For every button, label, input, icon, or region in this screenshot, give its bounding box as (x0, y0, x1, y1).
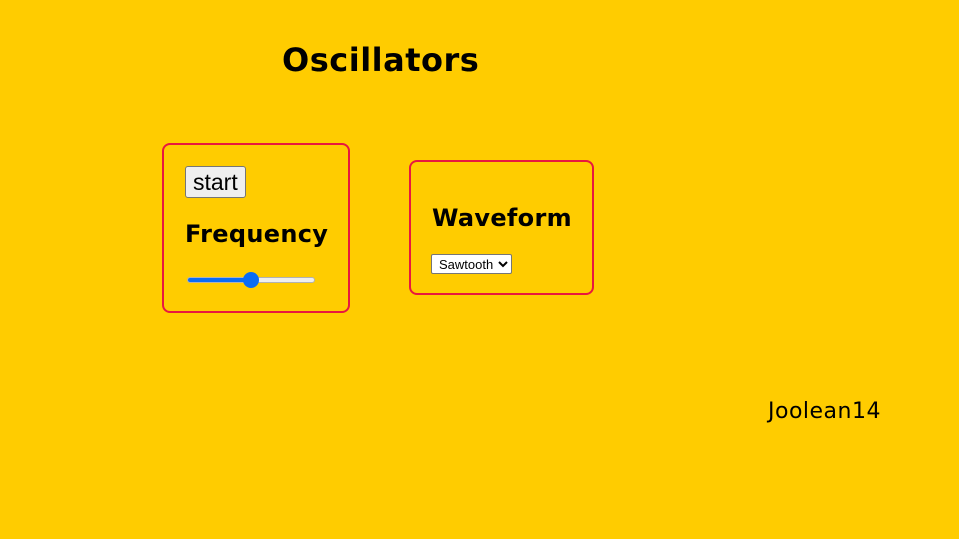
frequency-heading: Frequency (185, 220, 329, 248)
slider-fill (188, 278, 251, 282)
author-credit: Joolean14 (768, 399, 881, 424)
frequency-slider[interactable] (187, 270, 315, 290)
page-title: Oscillators (282, 41, 480, 79)
start-button[interactable]: start (185, 166, 246, 198)
waveform-heading: Waveform (432, 204, 572, 232)
waveform-panel: Waveform Sawtooth (409, 160, 594, 295)
frequency-panel: start Frequency (162, 143, 350, 313)
slider-thumb[interactable] (243, 272, 259, 288)
waveform-select[interactable]: Sawtooth (431, 254, 512, 274)
